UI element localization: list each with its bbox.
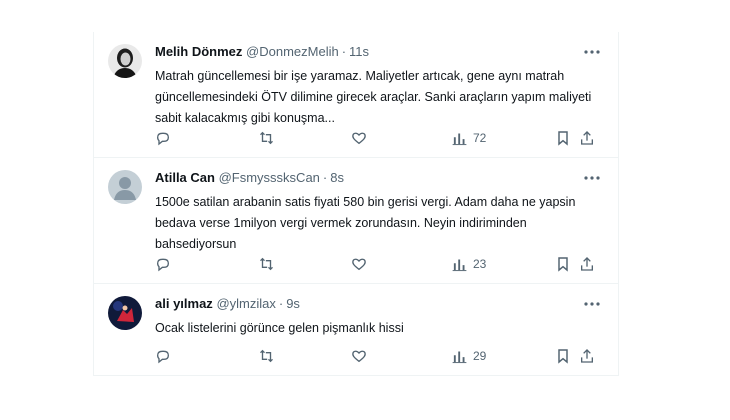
share-icon — [581, 257, 593, 271]
timestamp[interactable]: 8s — [330, 170, 344, 185]
avatar[interactable] — [108, 44, 142, 78]
action-bar: 23 — [155, 255, 605, 273]
separator-dot: · — [341, 44, 347, 59]
author-name[interactable]: Atilla Can — [155, 170, 215, 185]
retweet-icon — [260, 349, 273, 363]
bookmark-button[interactable] — [556, 255, 570, 273]
views-count: 29 — [473, 349, 487, 363]
like-icon — [352, 258, 366, 271]
separator-dot: · — [278, 296, 284, 311]
more-icon[interactable] — [582, 44, 602, 60]
more-icon[interactable] — [582, 296, 602, 312]
retweet-button[interactable] — [258, 129, 275, 147]
reply-icon — [156, 132, 170, 146]
bookmark-icon — [558, 349, 568, 364]
share-button[interactable] — [579, 255, 595, 273]
reply-feed: Melih Dönmez @DonmezMelih · 11s Matrah gün… — [93, 32, 619, 376]
retweet-button[interactable] — [258, 255, 275, 273]
author-name[interactable]: ali yılmaz — [155, 296, 213, 311]
views-count: 23 — [473, 257, 487, 271]
like-button[interactable] — [351, 347, 367, 365]
tweet-text: 1500e satilan arabanin satis fiyati 580 … — [155, 195, 576, 251]
views-icon — [452, 133, 467, 145]
tweet-text: Ocak listelerini görünce gelen pişmanlık… — [155, 321, 404, 335]
author-handle[interactable]: @FsmysssksCan — [219, 170, 320, 185]
avatar[interactable] — [108, 296, 142, 330]
like-icon — [352, 132, 366, 145]
retweet-icon — [260, 257, 273, 271]
bookmark-icon — [558, 131, 568, 146]
share-icon — [581, 131, 593, 145]
author-handle[interactable]: @DonmezMelih — [246, 44, 339, 59]
bookmark-button[interactable] — [556, 347, 570, 365]
more-icon[interactable] — [582, 170, 602, 186]
views-icon — [452, 259, 467, 271]
avatar[interactable] — [108, 170, 142, 204]
author-handle[interactable]: @ylmzilax — [216, 296, 275, 311]
timestamp[interactable]: 9s — [286, 296, 300, 311]
author-name[interactable]: Melih Dönmez — [155, 44, 242, 59]
separator-dot: · — [322, 170, 328, 185]
reply-icon — [156, 258, 170, 272]
bookmark-icon — [558, 257, 568, 272]
reply-button[interactable] — [155, 255, 171, 273]
tweet[interactable]: Melih Dönmez @DonmezMelih · 11s Matrah gün… — [94, 32, 618, 158]
like-icon — [352, 350, 366, 363]
views-button[interactable]: 72 — [452, 129, 486, 147]
reply-button[interactable] — [155, 129, 171, 147]
views-icon — [452, 351, 467, 363]
views-count: 72 — [473, 131, 487, 145]
views-button[interactable]: 29 — [452, 347, 486, 365]
share-button[interactable] — [579, 347, 595, 365]
share-icon — [581, 349, 593, 363]
reply-button[interactable] — [155, 347, 171, 365]
tweet-text: Matrah güncellemesi bir işe yaramaz. Mal… — [155, 69, 592, 125]
retweet-button[interactable] — [258, 347, 275, 365]
action-bar: 72 — [155, 129, 605, 147]
retweet-icon — [260, 131, 273, 145]
like-button[interactable] — [351, 255, 367, 273]
tweet[interactable]: ali yılmaz @ylmzilax · 9s Ocak listelerini… — [94, 284, 618, 375]
reply-icon — [156, 350, 170, 364]
action-bar: 29 — [155, 347, 605, 365]
timestamp[interactable]: 11s — [349, 44, 369, 59]
bookmark-button[interactable] — [556, 129, 570, 147]
like-button[interactable] — [351, 129, 367, 147]
share-button[interactable] — [579, 129, 595, 147]
views-button[interactable]: 23 — [452, 255, 486, 273]
tweet[interactable]: Atilla Can @FsmysssksCan · 8s 1500e satila… — [94, 158, 618, 284]
